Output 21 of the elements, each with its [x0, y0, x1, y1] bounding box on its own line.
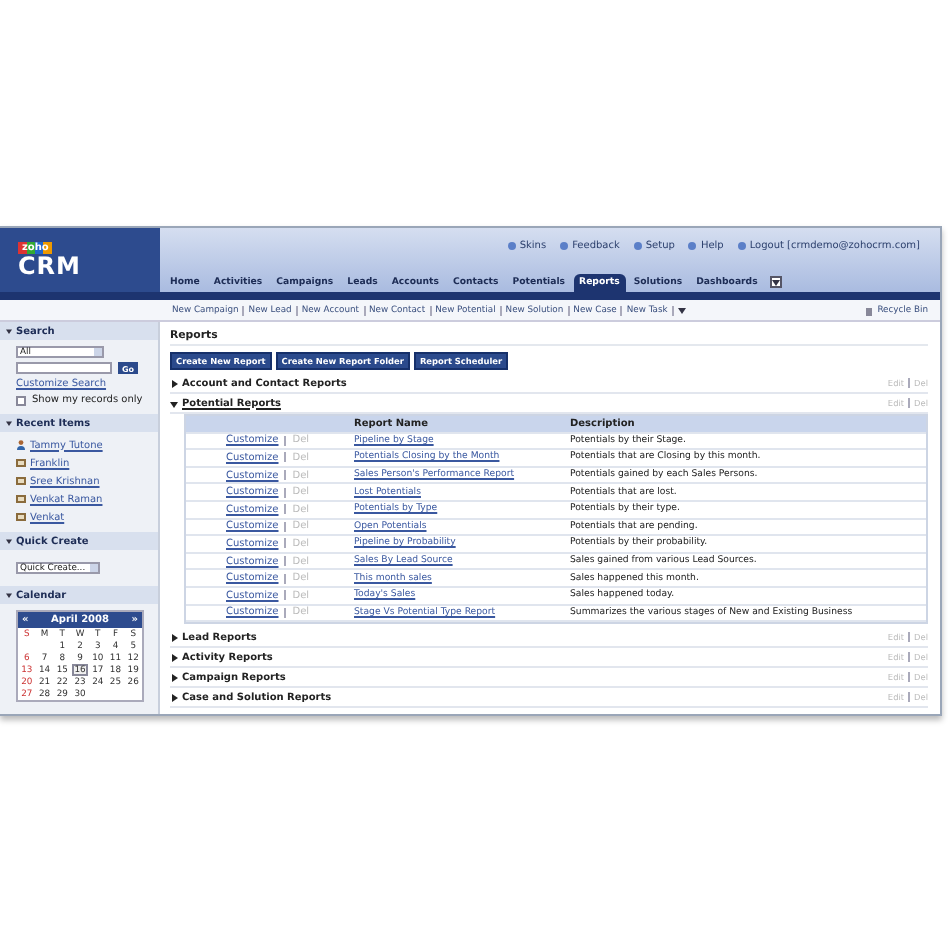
collapse-icon[interactable] — [6, 420, 12, 426]
collapse-icon[interactable] — [6, 328, 12, 334]
expand-icon[interactable] — [170, 379, 178, 387]
search-field[interactable] — [16, 362, 112, 374]
more-tabs-button[interactable] — [769, 276, 782, 288]
expand-icon[interactable] — [170, 653, 178, 662]
card-icon — [16, 458, 26, 468]
collapse-icon[interactable] — [6, 592, 12, 598]
logo-text: CRM — [18, 256, 83, 278]
collapse-icon[interactable] — [170, 399, 178, 407]
checkbox[interactable] — [16, 395, 26, 405]
card-icon — [16, 512, 26, 522]
expand-icon[interactable] — [170, 633, 178, 642]
card-icon — [16, 476, 26, 486]
trash-icon — [863, 305, 874, 315]
person-icon — [16, 440, 26, 450]
expand-icon[interactable] — [170, 673, 178, 682]
caret-icon[interactable] — [677, 307, 686, 313]
expand-icon[interactable] — [170, 693, 178, 702]
collapse-icon[interactable] — [6, 538, 12, 544]
card-icon — [16, 494, 26, 504]
